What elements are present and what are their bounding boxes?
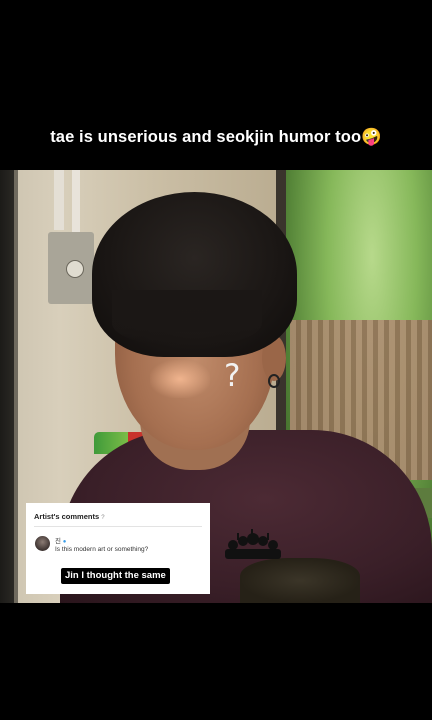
pipe	[54, 170, 64, 230]
avatar	[35, 536, 50, 551]
subtitle-text: Jin I thought the same	[61, 568, 170, 584]
question-mark-overlay: ?	[224, 358, 241, 394]
light-spot	[150, 360, 210, 398]
card-title: Artist's comments ?	[34, 512, 105, 521]
card-divider	[34, 526, 202, 527]
pipe	[72, 170, 80, 232]
caption-text: tae is unserious and seokjin humor too🤪	[50, 128, 382, 146]
earring	[268, 374, 280, 388]
comment-text: Is this modern art or something?	[55, 546, 149, 553]
crowd-logo-icon	[225, 529, 281, 559]
user-name: 진	[55, 538, 61, 545]
info-icon: ?	[101, 515, 105, 521]
door-frame	[14, 170, 18, 603]
shadow-object	[240, 558, 360, 603]
verified-icon: ●	[62, 539, 67, 545]
thermostat-dial	[66, 260, 84, 278]
person-fringe	[112, 290, 262, 345]
card-title-label: Artist's comments	[34, 512, 100, 521]
comment-user: 진 ●	[55, 535, 66, 545]
